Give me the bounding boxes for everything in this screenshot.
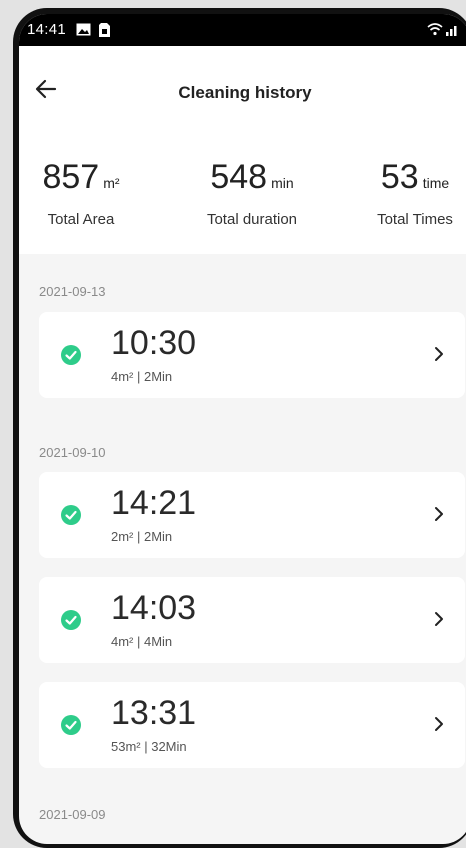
stats-summary: 857 m² Total Area 548 min Total duration 5… — [19, 134, 466, 254]
status-time: 14:41 — [27, 21, 67, 38]
stat-unit: m² — [103, 175, 120, 191]
phone-frame: 14:41 Cleaning history 857 m² Total Area… — [13, 8, 466, 848]
stat-total-times: 53 time Total Times — [363, 158, 466, 228]
date-header: 2021-09-09 — [39, 807, 106, 822]
history-record[interactable]: 14:21 2m² | 2Min — [39, 472, 465, 558]
record-detail: 2m² | 2Min — [111, 529, 173, 544]
header: Cleaning history — [19, 46, 466, 134]
stat-label: Total duration — [206, 211, 298, 228]
chevron-right-icon — [435, 612, 443, 626]
check-circle-icon — [61, 715, 81, 735]
record-detail: 4m² | 2Min — [111, 369, 173, 384]
record-time: 14:03 — [111, 589, 197, 627]
stat-value: 53 — [380, 158, 419, 196]
date-header: 2021-09-10 — [39, 445, 106, 460]
history-record[interactable]: 13:31 53m² | 32Min — [39, 682, 465, 768]
stat-total-duration: 548 min Total duration — [187, 158, 317, 228]
history-record[interactable]: 10:30 4m² | 2Min — [39, 312, 465, 398]
date-header: 2021-09-13 — [39, 284, 106, 299]
record-time: 13:31 — [111, 694, 197, 732]
chevron-right-icon — [435, 347, 443, 361]
sim-card-icon — [99, 23, 110, 42]
stat-unit: min — [271, 175, 294, 191]
page-title: Cleaning history — [178, 83, 312, 102]
record-detail: 4m² | 4Min — [111, 634, 173, 649]
image-icon — [76, 23, 91, 41]
record-time: 10:30 — [111, 324, 197, 362]
check-circle-icon — [61, 610, 81, 630]
record-time: 14:21 — [111, 484, 197, 522]
stat-value: 548 — [210, 158, 268, 196]
screen: 14:41 Cleaning history 857 m² Total Area… — [19, 14, 466, 844]
status-bar: 14:41 — [19, 14, 466, 46]
wifi-icon — [427, 22, 443, 41]
stat-label: Total Times — [377, 211, 453, 228]
stat-unit: time — [422, 175, 450, 191]
stat-label: Total Area — [47, 211, 115, 228]
stat-total-area: 857 m² Total Area — [31, 158, 131, 228]
chevron-right-icon — [435, 507, 443, 521]
signal-icon — [446, 23, 460, 41]
chevron-right-icon — [435, 717, 443, 731]
history-record[interactable]: 14:03 4m² | 4Min — [39, 577, 465, 663]
stat-value: 857 — [42, 158, 100, 196]
check-circle-icon — [61, 505, 81, 525]
check-circle-icon — [61, 345, 81, 365]
record-detail: 53m² | 32Min — [111, 739, 187, 754]
